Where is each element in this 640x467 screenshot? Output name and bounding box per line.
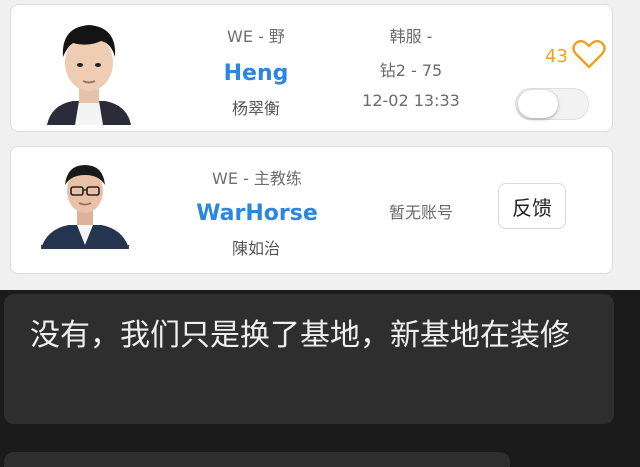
player-id[interactable]: WarHorse xyxy=(177,201,337,226)
chat-area: 没有，我们只是换了基地，新基地在装修 xyxy=(0,290,640,467)
player-avatar xyxy=(39,13,139,125)
account-status: 暂无账号 xyxy=(388,203,453,222)
team-role: WE - 野 xyxy=(227,27,285,46)
feedback-button[interactable]: 反馈 xyxy=(498,183,566,229)
coach-avatar xyxy=(39,155,131,267)
player-list: WE - 野 Heng 杨翠衡 韩服 - 钻2 - 75 12-02 13:33… xyxy=(0,0,640,290)
timestamp: 12-02 13:33 xyxy=(362,91,460,110)
player-card[interactable]: WE - 主教练 WarHorse 陳如治 暂无账号 反馈 xyxy=(10,146,613,274)
chat-message-partial xyxy=(4,452,510,467)
follow-toggle[interactable] xyxy=(515,88,589,120)
like-button[interactable]: 43 xyxy=(545,39,606,73)
like-count: 43 xyxy=(545,45,568,67)
player-id[interactable]: Heng xyxy=(191,61,321,86)
server-label: 韩服 - xyxy=(389,27,433,46)
rank-label: 钻2 - 75 xyxy=(379,61,443,80)
toggle-knob xyxy=(518,90,558,118)
player-card[interactable]: WE - 野 Heng 杨翠衡 韩服 - 钻2 - 75 12-02 13:33… xyxy=(10,4,613,132)
chat-message: 没有，我们只是换了基地，新基地在装修 xyxy=(4,294,614,424)
real-name: 陳如治 xyxy=(231,239,280,258)
heart-outline-icon xyxy=(572,39,606,73)
real-name: 杨翠衡 xyxy=(231,99,280,118)
team-role: WE - 主教练 xyxy=(212,169,302,188)
